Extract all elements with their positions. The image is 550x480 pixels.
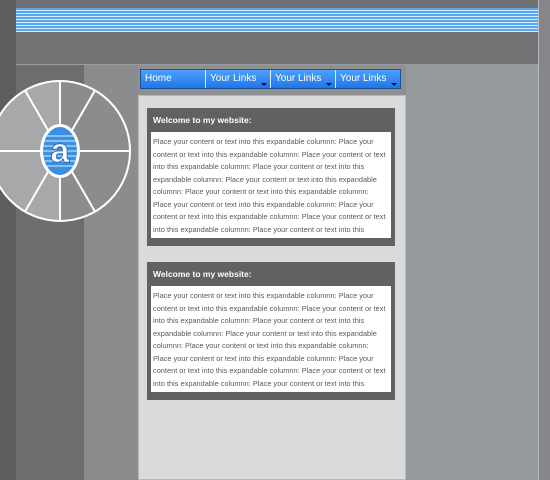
nav-your-links-2-label: Your Links [275,73,322,84]
nav-home-label: Home [145,73,172,84]
nav-home[interactable]: Home [141,70,206,88]
dropdown-arrow-icon [391,83,397,86]
content-panel-1: Welcome to my website: Place your conten… [147,108,395,246]
panel-body-text: Place your content or text into this exp… [151,132,391,238]
nav-your-links-1-label: Your Links [210,73,257,84]
main-nav: Home Your Links Your Links Your Links [140,69,401,89]
logo-letter: a [51,132,71,170]
panel-title: Welcome to my website: [153,115,252,125]
nav-your-links-3-label: Your Links [340,73,387,84]
panel-body-text: Place your content or text into this exp… [151,286,391,392]
wheel-graphic: a [0,80,131,222]
nav-your-links-2[interactable]: Your Links [271,70,336,88]
header-stripe-band [16,8,550,32]
logo-a-icon: a [40,124,80,178]
dropdown-arrow-icon [261,83,267,86]
right-column [406,65,550,480]
top-strip [0,0,550,8]
right-edge [538,0,550,480]
nav-your-links-1[interactable]: Your Links [206,70,271,88]
panel-title: Welcome to my website: [153,269,252,279]
dropdown-arrow-icon [326,83,332,86]
right-edge-line [538,0,539,480]
content-panel-2: Welcome to my website: Place your conten… [147,262,395,400]
nav-your-links-3[interactable]: Your Links [336,70,400,88]
content-column: Welcome to my website: Place your conten… [138,95,406,480]
